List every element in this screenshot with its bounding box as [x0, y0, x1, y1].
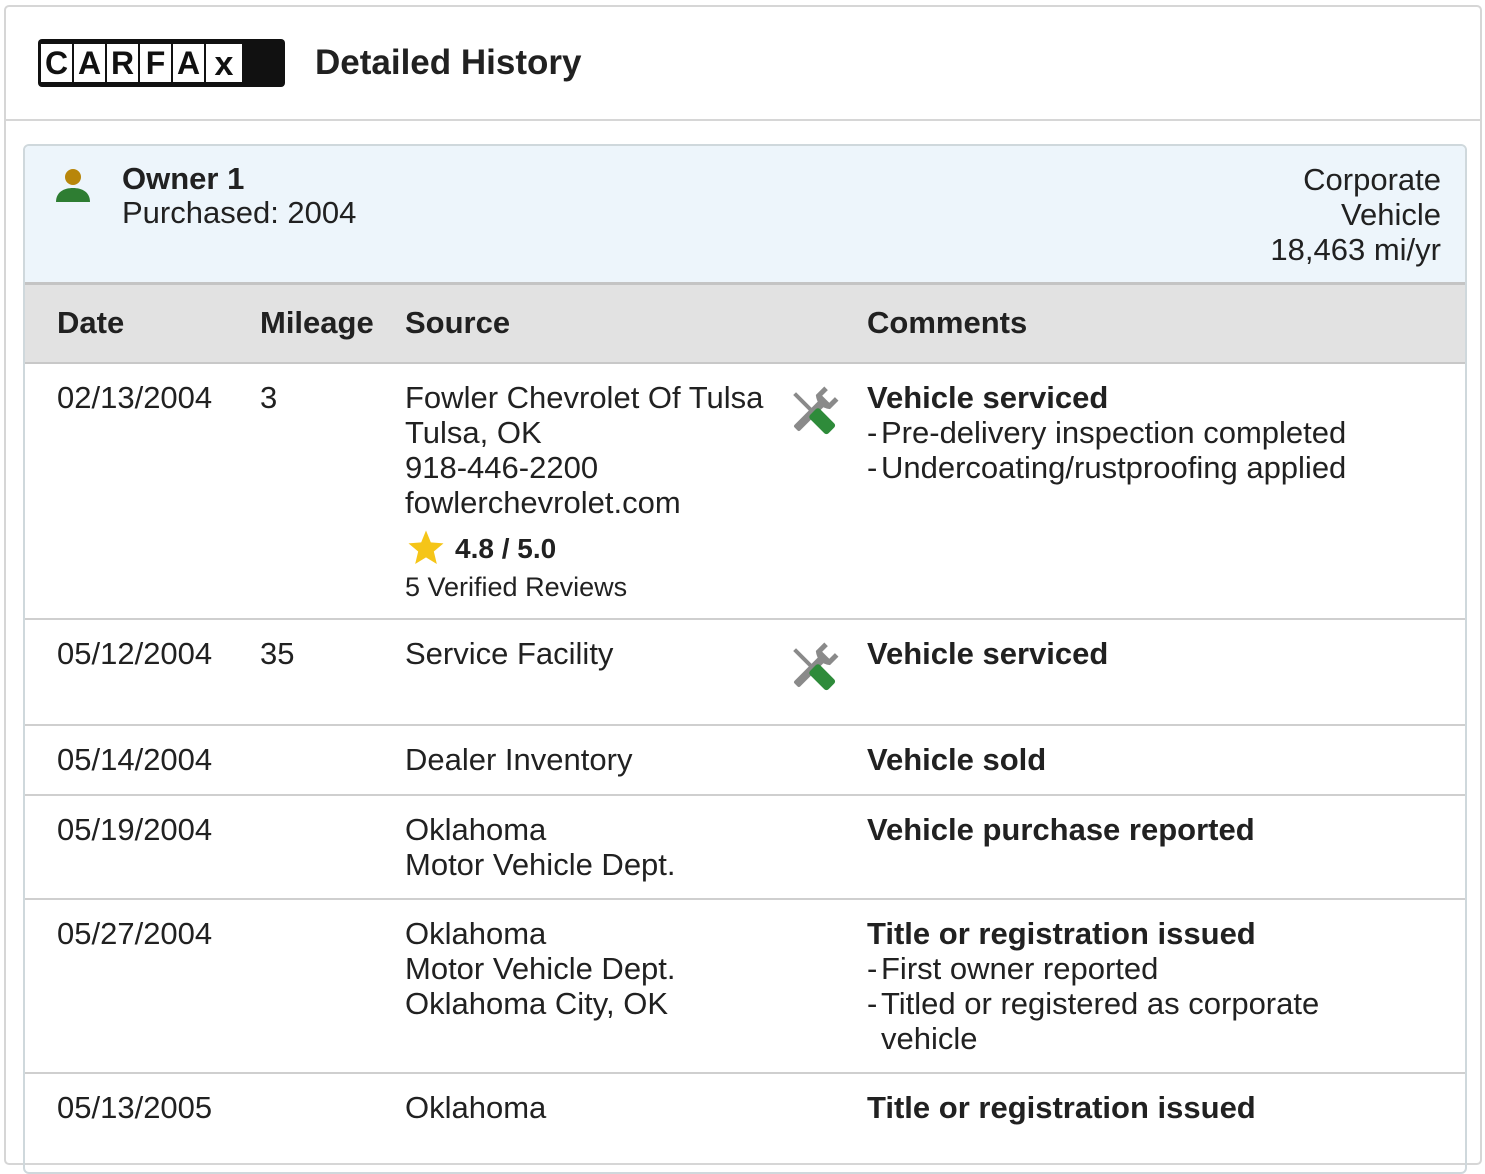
comment-detail-text: Pre-delivery inspection completed: [881, 415, 1347, 450]
service-wrench-icon: [793, 386, 839, 435]
source-line: Service Facility: [405, 636, 614, 671]
comment-title: Title or registration issued: [867, 916, 1256, 951]
verified-reviews-link[interactable]: 5 Verified Reviews: [405, 570, 763, 604]
source-line: Motor Vehicle Dept.: [405, 951, 676, 986]
owner-type: Corporate Vehicle 18,463 mi/yr: [1221, 162, 1441, 267]
comment-detail: - Pre-delivery inspection completed: [867, 415, 1347, 450]
owner-type-line: Corporate: [1303, 162, 1441, 197]
logo-letter: x: [206, 44, 242, 82]
rating-value: 4.8 / 5.0: [455, 532, 557, 564]
comment-detail-text: Undercoating/rustproofing applied: [881, 450, 1347, 485]
source-website-link[interactable]: fowlerchevrolet.com: [405, 485, 763, 520]
row-date: 05/19/2004: [57, 812, 213, 847]
row-source: Fowler Chevrolet Of Tulsa Tulsa, OK 918-…: [405, 380, 763, 604]
row-source: Oklahoma Motor Vehicle Dept.: [405, 812, 676, 882]
owner-panel: Owner 1 Purchased: 2004 Corporate Vehicl…: [25, 146, 1465, 285]
row-comments: Vehicle serviced - Pre-delivery inspectio…: [867, 380, 1447, 485]
source-line: Dealer Inventory: [405, 742, 633, 777]
table-header-row: Date Mileage Source Comments: [25, 285, 1465, 364]
logo-letter: A: [173, 44, 204, 82]
history-table: Owner 1 Purchased: 2004 Corporate Vehicl…: [23, 144, 1467, 1174]
row-comments: Title or registration issued - First owne…: [867, 916, 1447, 1056]
comment-detail-text: Titled or registered as corporate: [881, 986, 1320, 1021]
comment-detail: - First owner reported: [867, 951, 1159, 986]
table-row: 05/19/2004 Oklahoma Motor Vehicle Dept. …: [25, 796, 1465, 900]
row-comments: Vehicle sold: [867, 742, 1447, 777]
logo-letter: R: [107, 44, 138, 82]
source-line: Oklahoma: [405, 812, 547, 847]
owner-type-line: Vehicle: [1341, 197, 1441, 232]
row-source: Dealer Inventory: [405, 742, 632, 777]
row-mileage: 35: [260, 636, 295, 671]
row-comments: Vehicle purchase reported: [867, 812, 1447, 847]
source-line: Oklahoma: [405, 916, 547, 951]
owner-purchased: Purchased: 2004: [122, 195, 357, 230]
comment-detail: - Titled or registered as corporate: [867, 986, 1320, 1021]
row-mileage: 3: [260, 380, 278, 415]
logo-letter: C: [41, 44, 72, 82]
comment-detail-text: vehicle: [881, 1021, 978, 1056]
row-source: Oklahoma Motor Vehicle Dept. Oklahoma Ci…: [405, 916, 676, 1021]
table-row: 05/14/2004 Dealer Inventory Vehicle sold: [25, 726, 1465, 796]
row-source: Service Facility: [405, 636, 613, 671]
table-row: 05/12/2004 35 Service Facility Vehicle s…: [25, 620, 1465, 726]
service-wrench-icon: [793, 642, 839, 691]
comment-title: Vehicle purchase reported: [867, 812, 1255, 847]
comment-title: Vehicle serviced: [867, 380, 1109, 415]
column-header-source: Source: [405, 305, 511, 340]
owner-person-icon: [56, 169, 90, 202]
row-date: 05/14/2004: [57, 742, 213, 777]
comment-title: Vehicle serviced: [867, 636, 1109, 671]
row-source: Oklahoma: [405, 1090, 546, 1125]
owner-info: Owner 1 Purchased: 2004: [122, 162, 356, 230]
column-header-mileage: Mileage: [260, 305, 374, 340]
owner-title: Owner 1: [122, 161, 245, 196]
source-line: Oklahoma: [405, 1090, 547, 1125]
column-header-date: Date: [57, 305, 125, 340]
row-date: 05/27/2004: [57, 916, 213, 951]
star-icon: [408, 530, 444, 564]
table-row: 05/27/2004 Oklahoma Motor Vehicle Dept. …: [25, 900, 1465, 1074]
row-date: 05/12/2004: [57, 636, 213, 671]
dealer-rating[interactable]: 4.8 / 5.0: [405, 528, 763, 568]
carfax-report: C A R F A x Detailed History Owner 1 Pur…: [4, 5, 1482, 1174]
source-line: Oklahoma City, OK: [405, 986, 669, 1021]
comment-detail-continued: vehicle: [867, 1021, 1447, 1056]
comment-detail-text: First owner reported: [881, 951, 1159, 986]
source-line: Tulsa, OK: [405, 415, 542, 450]
row-date: 05/13/2005: [57, 1090, 213, 1125]
source-line: Motor Vehicle Dept.: [405, 847, 676, 882]
source-line: Fowler Chevrolet Of Tulsa: [405, 380, 764, 415]
logo-letter: F: [140, 44, 171, 82]
logo-letter: A: [74, 44, 105, 82]
report-header: C A R F A x Detailed History: [6, 7, 1480, 121]
comment-title: Title or registration issued: [867, 1090, 1256, 1125]
comment-title: Vehicle sold: [867, 742, 1047, 777]
table-row: 02/13/2004 3 Fowler Chevrolet Of Tulsa T…: [25, 364, 1465, 620]
row-comments: Title or registration issued: [867, 1090, 1447, 1125]
table-row: 05/13/2005 Oklahoma Title or registratio…: [25, 1074, 1465, 1172]
page-title: Detailed History: [315, 43, 582, 82]
owner-miles-per-year: 18,463 mi/yr: [1270, 232, 1441, 267]
row-comments: Vehicle serviced: [867, 636, 1447, 671]
row-date: 02/13/2004: [57, 380, 213, 415]
comment-detail: - Undercoating/rustproofing applied: [867, 450, 1347, 485]
column-header-comments: Comments: [867, 305, 1028, 340]
source-phone[interactable]: 918-446-2200: [405, 450, 763, 485]
carfax-logo: C A R F A x: [38, 39, 285, 87]
